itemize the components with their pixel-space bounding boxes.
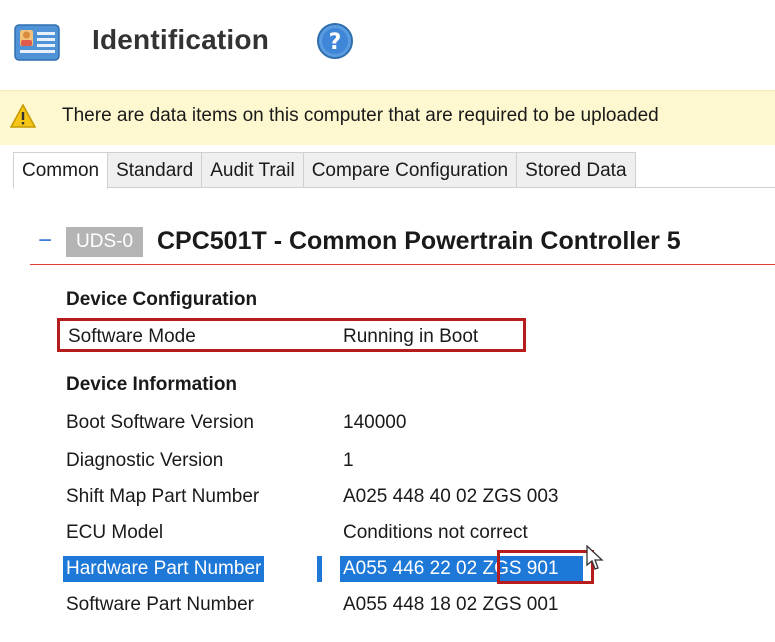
collapse-button[interactable]: −	[34, 228, 56, 254]
device-divider	[30, 264, 775, 265]
device-information-heading: Device Information	[66, 374, 238, 395]
software-mode-label: Software Mode	[68, 326, 196, 347]
mouse-pointer-icon	[585, 544, 605, 571]
hardware-part-number-label[interactable]: Hardware Part Number	[63, 556, 265, 582]
device-configuration-heading: Device Configuration	[66, 289, 258, 310]
boot-software-version-label: Boot Software Version	[66, 412, 254, 433]
shift-map-part-number-label: Shift Map Part Number	[66, 486, 260, 507]
warning-text: There are data items on this computer th…	[62, 105, 659, 126]
software-part-number-label: Software Part Number	[66, 594, 254, 615]
selection-marker	[317, 556, 322, 582]
boot-software-version-value: 140000	[343, 412, 407, 433]
shift-map-part-number-value: A025 448 40 02 ZGS 003	[343, 486, 559, 507]
svg-text:?: ?	[329, 30, 342, 55]
tab-stored-data[interactable]: Stored Data	[517, 152, 636, 188]
software-part-number-value: A055 448 18 02 ZGS 001	[343, 594, 559, 615]
diagnostic-version-value: 1	[343, 450, 354, 471]
zgs-highlight	[497, 550, 594, 584]
tab-standard[interactable]: Standard	[108, 152, 203, 188]
help-icon[interactable]: ?	[316, 22, 354, 60]
tab-divider	[13, 187, 775, 188]
tab-bar: Common Standard Audit Trail Compare Conf…	[13, 152, 636, 189]
tab-audit-trail[interactable]: Audit Trail	[202, 152, 304, 188]
uds-badge: UDS-0	[66, 227, 144, 257]
device-title: CPC501T - Common Powertrain Controller 5	[157, 227, 681, 255]
hardware-part-number-prefix: A055 446 22 02	[343, 558, 478, 579]
page-title: Identification	[92, 24, 270, 55]
id-card-icon	[14, 22, 60, 62]
ecu-model-value: Conditions not correct	[343, 522, 528, 543]
diagnostic-version-label: Diagnostic Version	[66, 450, 224, 471]
ecu-model-label: ECU Model	[66, 522, 164, 543]
software-mode-value: Running in Boot	[343, 326, 479, 347]
warning-icon	[9, 103, 37, 128]
tab-compare-configuration[interactable]: Compare Configuration	[303, 152, 518, 188]
tab-common[interactable]: Common	[13, 152, 109, 189]
